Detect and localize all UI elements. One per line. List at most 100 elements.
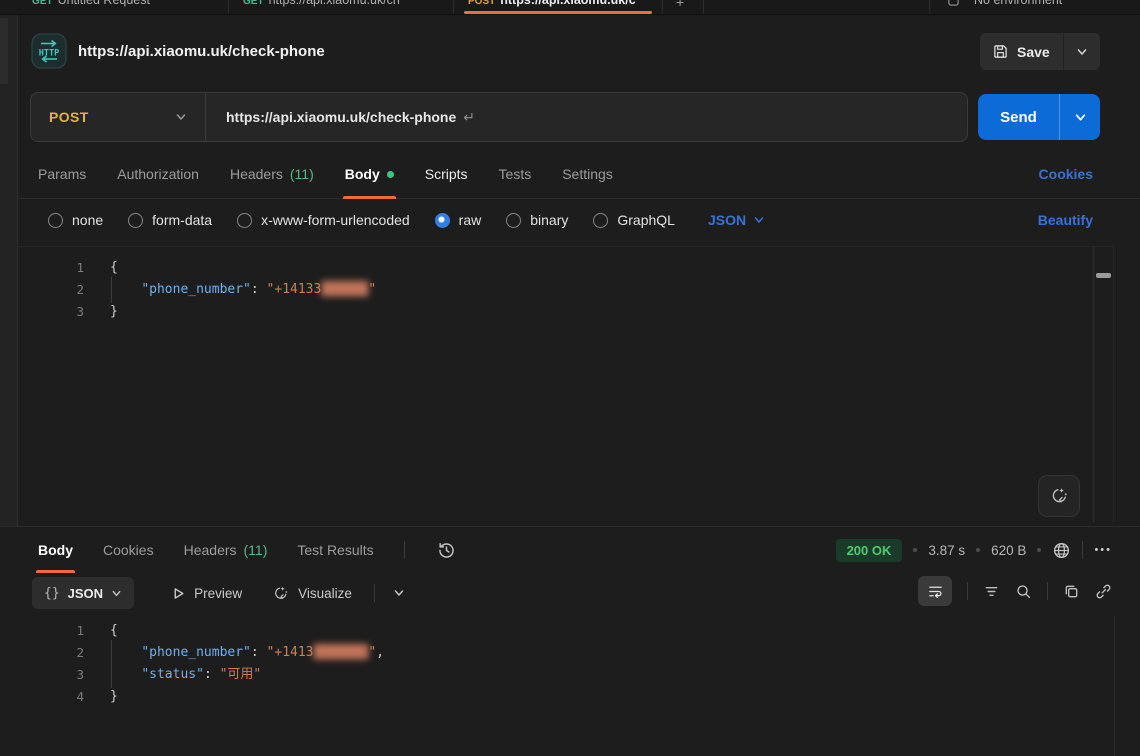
line-number: 1	[18, 257, 84, 279]
response-tab-test-results[interactable]: Test Results	[297, 530, 373, 570]
environment-eye-icon	[948, 0, 959, 6]
code-content: }	[110, 301, 118, 323]
workspace-tab[interactable]: GEThttps://api.xiaomu.uk/ch	[229, 0, 454, 14]
body-format-dropdown[interactable]: JSON	[708, 212, 765, 228]
editor-scrollbar[interactable]	[1096, 273, 1111, 278]
plus-icon: +	[676, 0, 684, 10]
preview-label: Preview	[194, 586, 242, 601]
line-number: 4	[18, 686, 84, 708]
radio-label: form-data	[152, 212, 212, 228]
workspace-tab[interactable]: GETUntitled Request	[18, 0, 229, 14]
search-icon[interactable]	[1015, 583, 1032, 600]
copy-icon[interactable]	[1063, 583, 1080, 600]
tab-label: Params	[38, 166, 86, 182]
tab-label: Body	[38, 542, 73, 558]
code-content: }	[110, 686, 118, 708]
line-number: 1	[18, 620, 84, 642]
tab-params[interactable]: Params	[38, 150, 86, 198]
chevron-down-icon	[753, 214, 765, 226]
save-options-button[interactable]	[1064, 46, 1100, 58]
method-dropdown[interactable]: POST	[31, 109, 205, 125]
braces-icon: {}	[44, 586, 60, 601]
sparkle-circle-icon	[272, 585, 289, 602]
tab-separator	[404, 541, 405, 559]
send-options-button[interactable]	[1060, 111, 1100, 124]
tab-scripts[interactable]: Scripts	[425, 150, 468, 198]
tab-authorization[interactable]: Authorization	[117, 150, 199, 198]
modified-dot	[387, 171, 394, 178]
line-number: 3	[18, 301, 84, 323]
body-type-radio-binary[interactable]: binary	[506, 212, 568, 228]
collapse-toolbar-button[interactable]	[393, 587, 405, 599]
response-meta: 200 OK 3.87 s 620 B •••	[836, 530, 1112, 570]
environment-selector[interactable]: No environment	[929, 0, 1140, 14]
more-options-button[interactable]: •••	[1094, 544, 1112, 556]
radio-label: none	[72, 212, 103, 228]
url-value: https://api.xiaomu.uk/check-phone	[226, 109, 456, 125]
tab-settings[interactable]: Settings	[562, 150, 613, 198]
response-tools	[918, 576, 1112, 606]
radio-icon	[506, 213, 521, 228]
radio-label: x-www-form-urlencoded	[261, 212, 410, 228]
new-tab-button[interactable]: +	[663, 0, 704, 14]
code-line: 3}	[18, 301, 1115, 323]
code-content: "phone_number": "+14133██████"	[110, 279, 376, 301]
beautify-link[interactable]: Beautify	[1038, 212, 1093, 228]
link-icon[interactable]	[1095, 583, 1112, 600]
cookies-link[interactable]: Cookies	[1039, 150, 1093, 198]
body-type-radio-x-www-form-urlencoded[interactable]: x-www-form-urlencoded	[237, 212, 410, 228]
code-content: {	[110, 257, 118, 279]
radio-icon	[237, 213, 252, 228]
body-type-radio-none[interactable]: none	[48, 212, 103, 228]
workspace-tab[interactable]: POSThttps://api.xiaomu.uk/c	[454, 0, 663, 14]
visualize-button[interactable]: Visualize	[272, 585, 352, 602]
tab-method-label: GET	[243, 0, 264, 7]
environment-label: No environment	[974, 0, 1062, 7]
line-number: 2	[18, 279, 84, 301]
body-type-radio-form-data[interactable]: form-data	[128, 212, 212, 228]
editor-edge-divider	[1114, 616, 1115, 756]
response-body-editor[interactable]: 1{2 "phone_number": "+1413███████",3 "st…	[18, 616, 1115, 756]
response-tab-body[interactable]: Body	[38, 530, 73, 570]
status-badge[interactable]: 200 OK	[836, 539, 903, 562]
code-line: 4}	[18, 686, 1115, 708]
workspace-tab-label: GETUntitled Request	[32, 0, 222, 7]
tab-tests[interactable]: Tests	[499, 150, 532, 198]
save-button[interactable]: Save	[980, 33, 1063, 70]
meta-separator-dot	[1037, 548, 1041, 552]
globe-icon[interactable]	[1052, 541, 1071, 560]
api-client-window: GETUntitled RequestGEThttps://api.xiaomu…	[0, 0, 1140, 756]
wrap-text-button[interactable]	[918, 576, 952, 606]
response-history-icon[interactable]	[437, 541, 456, 560]
tab-label: Cookies	[103, 542, 154, 558]
chevron-down-icon	[393, 587, 405, 599]
wrap-text-icon	[927, 583, 944, 600]
return-symbol: ↵	[463, 109, 475, 125]
response-tab-headers[interactable]: Headers(11)	[184, 530, 268, 570]
tab-headers[interactable]: Headers(11)	[230, 150, 314, 198]
body-type-radio-graphql[interactable]: GraphQL	[593, 212, 675, 228]
preview-button[interactable]: Preview	[172, 586, 242, 601]
svg-text:HTTP: HTTP	[39, 49, 59, 59]
response-tab-cookies[interactable]: Cookies	[103, 530, 154, 570]
editor-gutter-divider	[1093, 247, 1094, 522]
request-tab-bar: Params Authorization Headers(11) Body Script…	[18, 150, 1140, 199]
filter-icon[interactable]	[983, 583, 1000, 600]
response-format-dropdown[interactable]: {} JSON	[32, 577, 134, 609]
body-type-radio-raw[interactable]: raw	[435, 212, 482, 228]
code-content: {	[110, 620, 118, 642]
postbot-suggest-button[interactable]	[1038, 475, 1080, 517]
tab-body[interactable]: Body	[345, 150, 394, 198]
meta-separator	[1082, 541, 1083, 559]
workspace-tab-label: POSThttps://api.xiaomu.uk/c	[468, 0, 656, 7]
request-body-editor[interactable]: 1{2 "phone_number": "+14133██████"3}	[18, 246, 1115, 522]
tab-count-badge: (11)	[290, 166, 314, 182]
url-input[interactable]: https://api.xiaomu.uk/check-phone ↵	[206, 109, 475, 126]
tab-label: Settings	[562, 166, 613, 182]
radio-icon	[128, 213, 143, 228]
http-request-icon: HTTP	[31, 33, 67, 69]
workspace-tab-bar: GETUntitled Request GEThttps://api.xiaomu…	[0, 0, 1140, 15]
send-button[interactable]: Send	[978, 109, 1059, 126]
workspace-tab-label: GEThttps://api.xiaomu.uk/ch	[243, 0, 447, 7]
radio-label: binary	[530, 212, 568, 228]
